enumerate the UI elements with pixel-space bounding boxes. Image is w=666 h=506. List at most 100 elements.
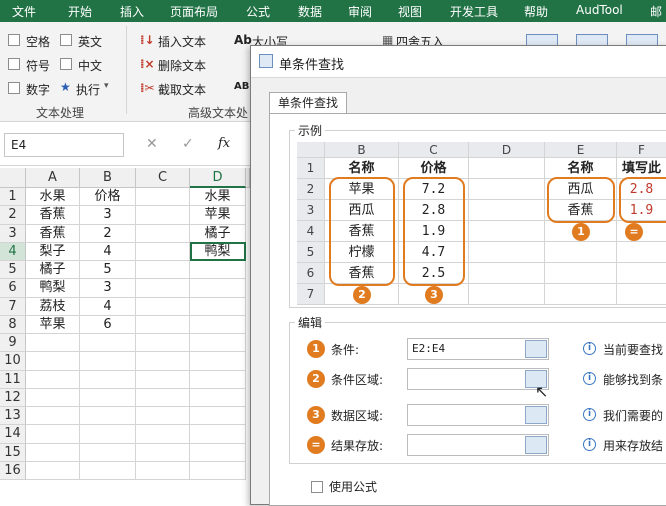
sheet-cell[interactable]: 鸭梨 — [26, 279, 80, 298]
tab-single-condition-lookup[interactable]: 单条件查找 — [269, 92, 347, 114]
sheet-cell[interactable] — [26, 443, 80, 462]
checkbox-symbol[interactable] — [8, 58, 20, 70]
sheet-cell[interactable] — [26, 388, 80, 407]
insert-text-button[interactable]: 插入文本 — [158, 33, 206, 50]
sheet-cell[interactable] — [80, 334, 136, 353]
sheet-cell[interactable] — [80, 443, 136, 462]
confirm-icon[interactable]: ✓ — [182, 136, 194, 152]
tab-home[interactable]: 开始 — [68, 3, 92, 20]
sheet-cell[interactable]: 6 — [80, 315, 136, 334]
sheet-cell[interactable]: 荔枝 — [26, 297, 80, 316]
sheet-cell[interactable] — [190, 388, 246, 407]
row-header[interactable]: 7 — [0, 297, 26, 316]
sheet-cell[interactable] — [136, 370, 190, 389]
sheet-cell[interactable] — [26, 461, 80, 480]
row-header[interactable]: 14 — [0, 425, 26, 444]
sheet-cell[interactable]: 香蕉 — [26, 206, 80, 225]
sheet-cell[interactable] — [26, 425, 80, 444]
row-header[interactable]: 13 — [0, 407, 26, 426]
sheet-cell[interactable]: 5 — [80, 261, 136, 280]
tab-developer[interactable]: 开发工具 — [450, 3, 498, 20]
sheet-cell[interactable] — [80, 407, 136, 426]
sheet-cell[interactable] — [136, 443, 190, 462]
tab-page-layout[interactable]: 页面布局 — [170, 3, 218, 20]
row-header[interactable]: 16 — [0, 461, 26, 480]
function-icon[interactable]: fx — [218, 136, 230, 151]
range-picker-icon[interactable] — [525, 406, 547, 424]
sheet-cell[interactable] — [136, 297, 190, 316]
sheet-cell[interactable] — [80, 370, 136, 389]
sheet-cell[interactable] — [190, 334, 246, 353]
sheet-cell[interactable] — [136, 407, 190, 426]
sheet-cell[interactable]: 水果 — [190, 188, 246, 207]
row-header[interactable]: 3 — [0, 224, 26, 243]
tab-audtool[interactable]: AudTool — [576, 3, 623, 17]
sheet-cell[interactable] — [136, 461, 190, 480]
tab-data[interactable]: 数据 — [298, 3, 322, 20]
sheet-cell[interactable] — [136, 279, 190, 298]
sheet-cell[interactable]: 橘子 — [26, 261, 80, 280]
column-header[interactable]: A — [26, 168, 80, 188]
sheet-cell[interactable] — [26, 352, 80, 371]
range-picker-icon[interactable] — [525, 340, 547, 358]
name-box[interactable]: E4 — [4, 133, 124, 157]
sheet-cell[interactable] — [136, 352, 190, 371]
checkbox-english[interactable] — [60, 34, 72, 46]
sheet-cell[interactable] — [190, 297, 246, 316]
row-header[interactable]: 1 — [0, 188, 26, 207]
sheet-cell[interactable] — [136, 261, 190, 280]
sheet-cell[interactable]: 4 — [80, 242, 136, 261]
sheet-cell[interactable] — [190, 370, 246, 389]
sheet-cell[interactable]: 苹果 — [190, 206, 246, 225]
checkbox-chinese[interactable] — [60, 58, 72, 70]
sheet-cell[interactable] — [80, 461, 136, 480]
row-header[interactable]: 6 — [0, 279, 26, 298]
sheet-cell[interactable] — [190, 425, 246, 444]
sheet-cell[interactable] — [136, 334, 190, 353]
row-header[interactable]: 8 — [0, 315, 26, 334]
range-picker-icon[interactable] — [525, 436, 547, 454]
row-header[interactable]: 12 — [0, 388, 26, 407]
column-header[interactable]: C — [136, 168, 190, 188]
row-header[interactable]: 2 — [0, 206, 26, 225]
sheet-cell[interactable] — [80, 352, 136, 371]
sheet-cell[interactable]: 2 — [80, 224, 136, 243]
exec-button[interactable]: 执行 — [76, 81, 100, 98]
sheet-cell[interactable] — [136, 188, 190, 207]
row-header[interactable]: 11 — [0, 370, 26, 389]
sheet-cell[interactable] — [26, 334, 80, 353]
sheet-cell[interactable] — [136, 206, 190, 225]
tab-help[interactable]: 帮助 — [524, 3, 548, 20]
extract-text-button[interactable]: 截取文本 — [158, 81, 206, 98]
sheet-cell[interactable]: 3 — [80, 206, 136, 225]
sheet-cell[interactable] — [26, 407, 80, 426]
sheet-cell[interactable] — [136, 425, 190, 444]
sheet-cell[interactable] — [190, 407, 246, 426]
tab-view[interactable]: 视图 — [398, 3, 422, 20]
sheet-cell[interactable]: 苹果 — [26, 315, 80, 334]
select-all-corner[interactable] — [0, 168, 26, 188]
sheet-cell[interactable] — [80, 388, 136, 407]
sheet-cell[interactable]: 梨子 — [26, 242, 80, 261]
tab-mail[interactable]: 邮 — [650, 3, 662, 20]
tab-review[interactable]: 审阅 — [348, 3, 372, 20]
tab-formulas[interactable]: 公式 — [246, 3, 270, 20]
sheet-cell[interactable] — [26, 370, 80, 389]
sheet-cell[interactable] — [136, 315, 190, 334]
sheet-cell[interactable] — [190, 279, 246, 298]
tab-insert[interactable]: 插入 — [120, 3, 144, 20]
sheet-cell[interactable]: 水果 — [26, 188, 80, 207]
row-header[interactable]: 9 — [0, 334, 26, 353]
sheet-cell[interactable] — [190, 261, 246, 280]
sheet-cell[interactable]: 橘子 — [190, 224, 246, 243]
sheet-cell[interactable]: 香蕉 — [26, 224, 80, 243]
sheet-cell[interactable] — [190, 352, 246, 371]
sheet-cell[interactable]: 3 — [80, 279, 136, 298]
sheet-cell[interactable] — [190, 315, 246, 334]
sheet-cell[interactable]: 4 — [80, 297, 136, 316]
sheet-cell[interactable] — [136, 242, 190, 261]
sheet-cell[interactable] — [136, 388, 190, 407]
cancel-icon[interactable]: ✕ — [146, 136, 158, 152]
sheet-cell[interactable] — [190, 443, 246, 462]
checkbox-number[interactable] — [8, 82, 20, 94]
